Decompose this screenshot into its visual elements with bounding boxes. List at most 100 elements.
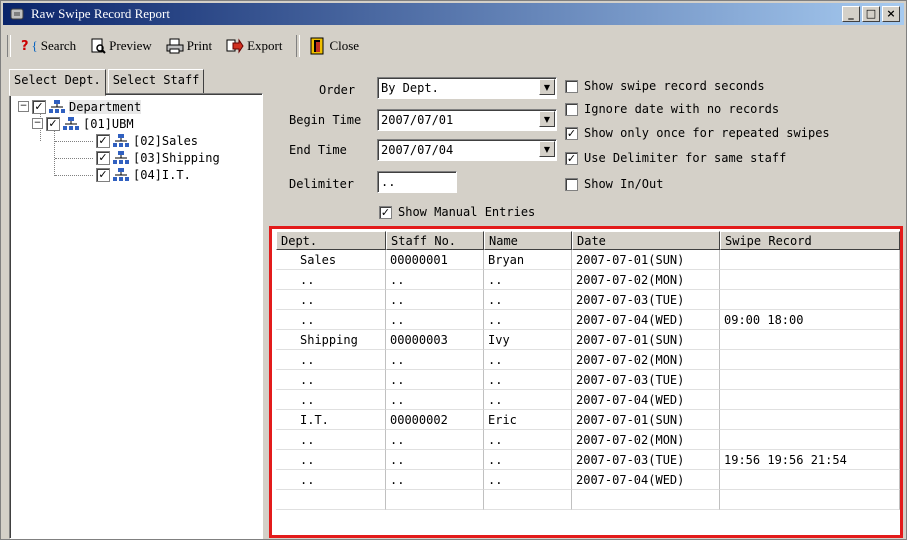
cell-date: 2007-07-01(SUN) [572, 410, 720, 430]
chevron-down-icon[interactable]: ▼ [539, 79, 555, 95]
close-button[interactable]: Close [310, 37, 359, 55]
collapse-icon[interactable]: − [32, 118, 43, 129]
checkbox-checked-icon[interactable]: ✓ [379, 205, 392, 219]
option-label: Show swipe record seconds [584, 79, 765, 93]
show-manual-entries-checkbox[interactable]: ✓ Show Manual Entries [379, 205, 535, 219]
begin-time-select[interactable]: 2007/07/01 ▼ [377, 109, 557, 131]
order-value: By Dept. [381, 81, 439, 95]
export-icon [226, 38, 244, 54]
table-row[interactable]: ...... 2007-07-03(TUE) [276, 290, 900, 310]
delimiter-label: Delimiter [289, 177, 355, 191]
tree-node-it[interactable]: ✓ [04]I.T. [96, 166, 191, 183]
department-tree[interactable]: − ✓ Department − ✓ [01]UBM ✓ [02]Sales ✓… [9, 93, 263, 539]
grid-header: Dept. Staff No. Name Date Swipe Record [276, 231, 900, 250]
table-row[interactable]: ...... 2007-07-04(WED) [276, 390, 900, 410]
cell-staff-no: .. [386, 270, 484, 290]
column-header-name[interactable]: Name [484, 231, 572, 250]
table-row[interactable]: Sales 00000001 Bryan 2007-07-01(SUN) [276, 250, 900, 270]
delimiter-input[interactable]: .. [377, 171, 457, 193]
checkbox-unchecked-icon[interactable] [565, 79, 578, 93]
cell-staff-no: .. [386, 430, 484, 450]
preview-button[interactable]: Preview [90, 38, 152, 54]
cell-swipe-record [720, 270, 900, 290]
cell-swipe-record [720, 430, 900, 450]
tree-node-shipping[interactable]: ✓ [03]Shipping [96, 149, 220, 166]
option-label: Ignore date with no records [584, 102, 780, 116]
org-chart-icon [113, 133, 129, 147]
table-row[interactable] [276, 490, 900, 510]
checkbox-checked-icon[interactable]: ✓ [96, 167, 110, 182]
cell-name: Eric [484, 410, 572, 430]
cell-dept: I.T. [276, 410, 386, 430]
app-icon [10, 8, 24, 20]
print-button[interactable]: Print [166, 38, 212, 54]
tree-node-sales[interactable]: ✓ [02]Sales [96, 132, 198, 149]
table-row[interactable]: ...... 2007-07-02(MON) [276, 430, 900, 450]
column-header-swipe-record[interactable]: Swipe Record [720, 231, 900, 250]
option-show-seconds[interactable]: Show swipe record seconds [565, 79, 765, 93]
tree-node-department[interactable]: − ✓ Department [18, 98, 142, 115]
export-button[interactable]: Export [226, 38, 282, 54]
tree-node-ubm[interactable]: − ✓ [01]UBM [32, 115, 134, 132]
close-window-button[interactable]: × [882, 6, 900, 22]
table-row[interactable]: ...... 2007-07-03(TUE) [276, 370, 900, 390]
tab-select-dept[interactable]: Select Dept. [9, 69, 106, 96]
table-row[interactable]: ...... 2007-07-03(TUE) 19:56 19:56 21:54 [276, 450, 900, 470]
option-label: Show In/Out [584, 177, 664, 191]
minimize-button[interactable]: _ [842, 6, 860, 22]
column-header-staff-no[interactable]: Staff No. [386, 231, 484, 250]
option-ignore-empty-dates[interactable]: Ignore date with no records [565, 102, 779, 116]
cell-date: 2007-07-04(WED) [572, 310, 720, 330]
option-show-once-repeated[interactable]: ✓ Show only once for repeated swipes [565, 126, 830, 140]
exit-door-icon [310, 37, 324, 55]
cell-date: 2007-07-01(SUN) [572, 250, 720, 270]
cell-date: 2007-07-01(SUN) [572, 330, 720, 350]
collapse-icon[interactable]: − [18, 101, 29, 112]
cell-name: .. [484, 310, 572, 330]
checkbox-checked-icon[interactable]: ✓ [32, 99, 46, 114]
title-bar[interactable]: Raw Swipe Record Report _ □ × [3, 3, 904, 25]
cell-date: 2007-07-02(MON) [572, 430, 720, 450]
end-time-value: 2007/07/04 [381, 143, 454, 157]
table-row[interactable]: ...... 2007-07-02(MON) [276, 270, 900, 290]
column-header-dept[interactable]: Dept. [276, 231, 386, 250]
table-row[interactable]: Shipping 00000003 Ivy 2007-07-01(SUN) [276, 330, 900, 350]
cell-name: .. [484, 290, 572, 310]
table-row[interactable]: I.T. 00000002 Eric 2007-07-01(SUN) [276, 410, 900, 430]
report-grid-highlight: Dept. Staff No. Name Date Swipe Record S… [269, 226, 903, 538]
checkbox-unchecked-icon[interactable] [565, 177, 578, 191]
checkbox-checked-icon[interactable]: ✓ [96, 133, 110, 148]
checkbox-checked-icon[interactable]: ✓ [46, 116, 60, 131]
cell-dept: .. [276, 390, 386, 410]
cell-swipe-record [720, 330, 900, 350]
chevron-down-icon[interactable]: ▼ [539, 111, 555, 127]
chevron-down-icon[interactable]: ▼ [539, 141, 555, 157]
checkbox-checked-icon[interactable]: ✓ [565, 126, 578, 140]
cell-staff-no [386, 490, 484, 510]
table-row[interactable]: ...... 2007-07-04(WED) 09:00 18:00 [276, 310, 900, 330]
option-use-delimiter[interactable]: ✓ Use Delimiter for same staff [565, 151, 786, 165]
checkbox-checked-icon[interactable]: ✓ [96, 150, 110, 165]
grid-body: Sales 00000001 Bryan 2007-07-01(SUN)...... 2… [276, 250, 900, 510]
maximize-button[interactable]: □ [862, 6, 880, 22]
order-select[interactable]: By Dept. ▼ [377, 77, 557, 99]
table-row[interactable]: ...... 2007-07-02(MON) [276, 350, 900, 370]
cell-date: 2007-07-03(TUE) [572, 450, 720, 470]
cell-dept: Sales [276, 250, 386, 270]
search-button[interactable]: ? { Search [21, 38, 76, 54]
cell-staff-no: 00000003 [386, 330, 484, 350]
cell-dept: .. [276, 450, 386, 470]
export-label: Export [247, 38, 283, 53]
tab-select-staff[interactable]: Select Staff [107, 69, 205, 94]
column-header-date[interactable]: Date [572, 231, 720, 250]
selection-panel: Select Dept. Select Staff − ✓ Department… [9, 69, 263, 539]
begin-time-value: 2007/07/01 [381, 113, 454, 127]
option-show-in-out[interactable]: Show In/Out [565, 177, 663, 191]
checkbox-checked-icon[interactable]: ✓ [565, 151, 578, 165]
table-row[interactable]: ...... 2007-07-04(WED) [276, 470, 900, 490]
toolbar-grip [7, 35, 11, 57]
end-time-select[interactable]: 2007/07/04 ▼ [377, 139, 557, 161]
tree-line [55, 141, 93, 142]
bracket-icon: { [31, 38, 38, 53]
checkbox-unchecked-icon[interactable] [565, 102, 578, 116]
